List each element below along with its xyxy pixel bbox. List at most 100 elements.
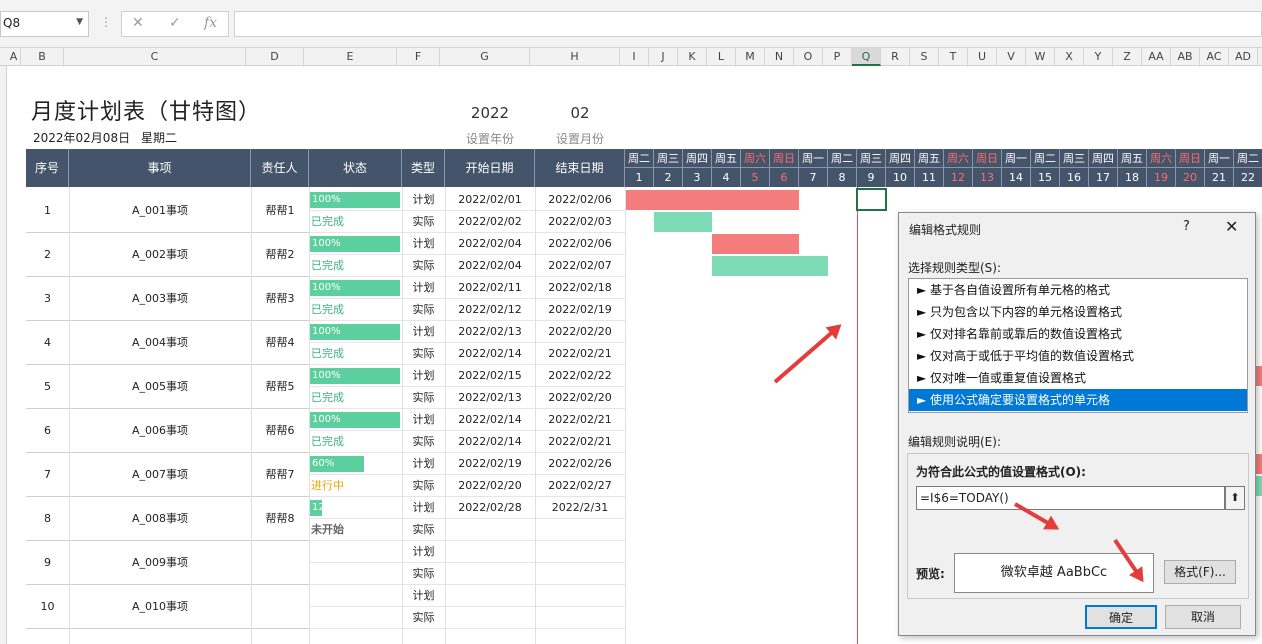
format-button[interactable]: 格式(F)...	[1164, 560, 1236, 584]
start-date[interactable]	[445, 519, 535, 541]
column-header-w[interactable]: W	[1026, 48, 1055, 66]
month-setting[interactable]: 02 设置月份	[535, 104, 625, 147]
formula-input[interactable]	[234, 11, 1262, 37]
formula-field[interactable]: =I$6=TODAY()	[916, 486, 1225, 510]
column-header-f[interactable]: F	[397, 48, 440, 66]
cancel-button[interactable]: 取消	[1165, 605, 1241, 629]
rule-type-item[interactable]: ► 仅对高于或低于平均值的数值设置格式	[909, 345, 1247, 367]
collapse-dialog-icon[interactable]: ⬆	[1225, 486, 1245, 510]
year-setting[interactable]: 2022 设置年份	[445, 104, 535, 147]
start-date[interactable]: 2022/02/11	[445, 277, 535, 299]
start-date[interactable]: 2022/02/13	[445, 387, 535, 409]
start-date[interactable]: 2022/02/04	[445, 255, 535, 277]
end-date[interactable]: 2022/02/22	[535, 365, 625, 387]
close-icon[interactable]: ✕	[1225, 217, 1238, 236]
start-date[interactable]: 2022/02/14	[445, 431, 535, 453]
column-header-v[interactable]: V	[997, 48, 1026, 66]
task-owner[interactable]: 帮帮8	[251, 497, 309, 541]
selected-cell[interactable]	[856, 188, 887, 211]
end-date[interactable]: 2022/02/18	[535, 277, 625, 299]
rule-type-list[interactable]: ► 基于各自值设置所有单元格的格式 ► 只为包含以下内容的单元格设置格式 ► 仅对排…	[908, 278, 1248, 413]
column-header-s[interactable]: S	[910, 48, 939, 66]
month-value[interactable]: 02	[535, 104, 625, 122]
column-header-e[interactable]: E	[304, 48, 397, 66]
end-date[interactable]: 2022/02/26	[535, 453, 625, 475]
task-owner[interactable]: 帮帮5	[251, 365, 309, 409]
end-date[interactable]	[535, 607, 625, 629]
start-date[interactable]: 2022/02/20	[445, 475, 535, 497]
rule-type-item[interactable]: ► 只为包含以下内容的单元格设置格式	[909, 301, 1247, 323]
column-header-x[interactable]: X	[1055, 48, 1084, 66]
task-item[interactable]: A_005事项	[69, 365, 251, 409]
end-date[interactable]	[535, 585, 625, 607]
column-header-ab[interactable]: AB	[1171, 48, 1200, 66]
end-date[interactable]: 2022/02/06	[535, 233, 625, 255]
chevron-down-icon[interactable]: ▼	[76, 17, 83, 27]
task-item[interactable]: A_004事项	[69, 321, 251, 365]
task-item[interactable]: A_010事项	[69, 585, 251, 629]
column-header-l[interactable]: L	[707, 48, 736, 66]
column-header-k[interactable]: K	[678, 48, 707, 66]
start-date[interactable]: 2022/02/01	[445, 189, 535, 211]
task-owner[interactable]: 帮帮3	[251, 277, 309, 321]
task-item[interactable]: A_002事项	[69, 233, 251, 277]
task-owner[interactable]: 帮帮2	[251, 233, 309, 277]
column-header-c[interactable]: C	[64, 48, 246, 66]
end-date[interactable]	[535, 541, 625, 563]
rule-type-item[interactable]: ► 基于各自值设置所有单元格的格式	[909, 279, 1247, 301]
rule-type-item[interactable]: ► 仅对排名靠前或靠后的数值设置格式	[909, 323, 1247, 345]
column-header-ad[interactable]: AD	[1229, 48, 1258, 66]
column-header-t[interactable]: T	[939, 48, 968, 66]
column-header-ac[interactable]: AC	[1200, 48, 1229, 66]
column-header-j[interactable]: J	[649, 48, 678, 66]
ok-button[interactable]: 确定	[1085, 605, 1157, 629]
column-header-m[interactable]: M	[736, 48, 765, 66]
column-header-p[interactable]: P	[823, 48, 852, 66]
end-date[interactable]: 2022/02/20	[535, 387, 625, 409]
task-item[interactable]: A_007事项	[69, 453, 251, 497]
column-header-d[interactable]: D	[246, 48, 304, 66]
column-header-a[interactable]: A	[7, 48, 21, 66]
end-date[interactable]: 2022/02/06	[535, 189, 625, 211]
column-header-g[interactable]: G	[440, 48, 530, 66]
end-date[interactable]: 2022/02/21	[535, 431, 625, 453]
task-item[interactable]: A_003事项	[69, 277, 251, 321]
column-header-i[interactable]: I	[620, 48, 649, 66]
column-header-o[interactable]: O	[794, 48, 823, 66]
start-date[interactable]: 2022/02/15	[445, 365, 535, 387]
end-date[interactable]	[535, 519, 625, 541]
task-owner[interactable]: 帮帮6	[251, 409, 309, 453]
row-gutter[interactable]	[0, 66, 7, 644]
end-date[interactable]	[535, 563, 625, 585]
start-date[interactable]: 2022/02/12	[445, 299, 535, 321]
column-header-aa[interactable]: AA	[1142, 48, 1171, 66]
start-date[interactable]: 2022/02/14	[445, 343, 535, 365]
task-owner[interactable]: 帮帮4	[251, 321, 309, 365]
start-date[interactable]: 2022/02/19	[445, 453, 535, 475]
end-date[interactable]: 2022/2/31	[535, 497, 625, 519]
task-owner[interactable]	[251, 541, 309, 585]
end-date[interactable]: 2022/02/19	[535, 299, 625, 321]
end-date[interactable]: 2022/02/27	[535, 475, 625, 497]
task-item[interactable]: A_006事项	[69, 409, 251, 453]
year-value[interactable]: 2022	[445, 104, 535, 122]
end-date[interactable]: 2022/02/21	[535, 409, 625, 431]
start-date[interactable]	[445, 541, 535, 563]
task-owner[interactable]: 帮帮1	[251, 189, 309, 233]
task-item[interactable]: A_001事项	[69, 189, 251, 233]
column-header-r[interactable]: R	[881, 48, 910, 66]
start-date[interactable]: 2022/02/13	[445, 321, 535, 343]
task-owner[interactable]	[251, 585, 309, 629]
column-header-y[interactable]: Y	[1084, 48, 1113, 66]
fx-icon[interactable]: fx	[204, 15, 217, 31]
start-date[interactable]: 2022/02/04	[445, 233, 535, 255]
end-date[interactable]: 2022/02/07	[535, 255, 625, 277]
name-box[interactable]: Q8 ▼	[0, 11, 89, 37]
column-header-u[interactable]: U	[968, 48, 997, 66]
start-date[interactable]: 2022/02/14	[445, 409, 535, 431]
end-date[interactable]: 2022/02/20	[535, 321, 625, 343]
column-header-h[interactable]: H	[530, 48, 620, 66]
start-date[interactable]: 2022/02/02	[445, 211, 535, 233]
start-date[interactable]	[445, 607, 535, 629]
task-owner[interactable]: 帮帮7	[251, 453, 309, 497]
